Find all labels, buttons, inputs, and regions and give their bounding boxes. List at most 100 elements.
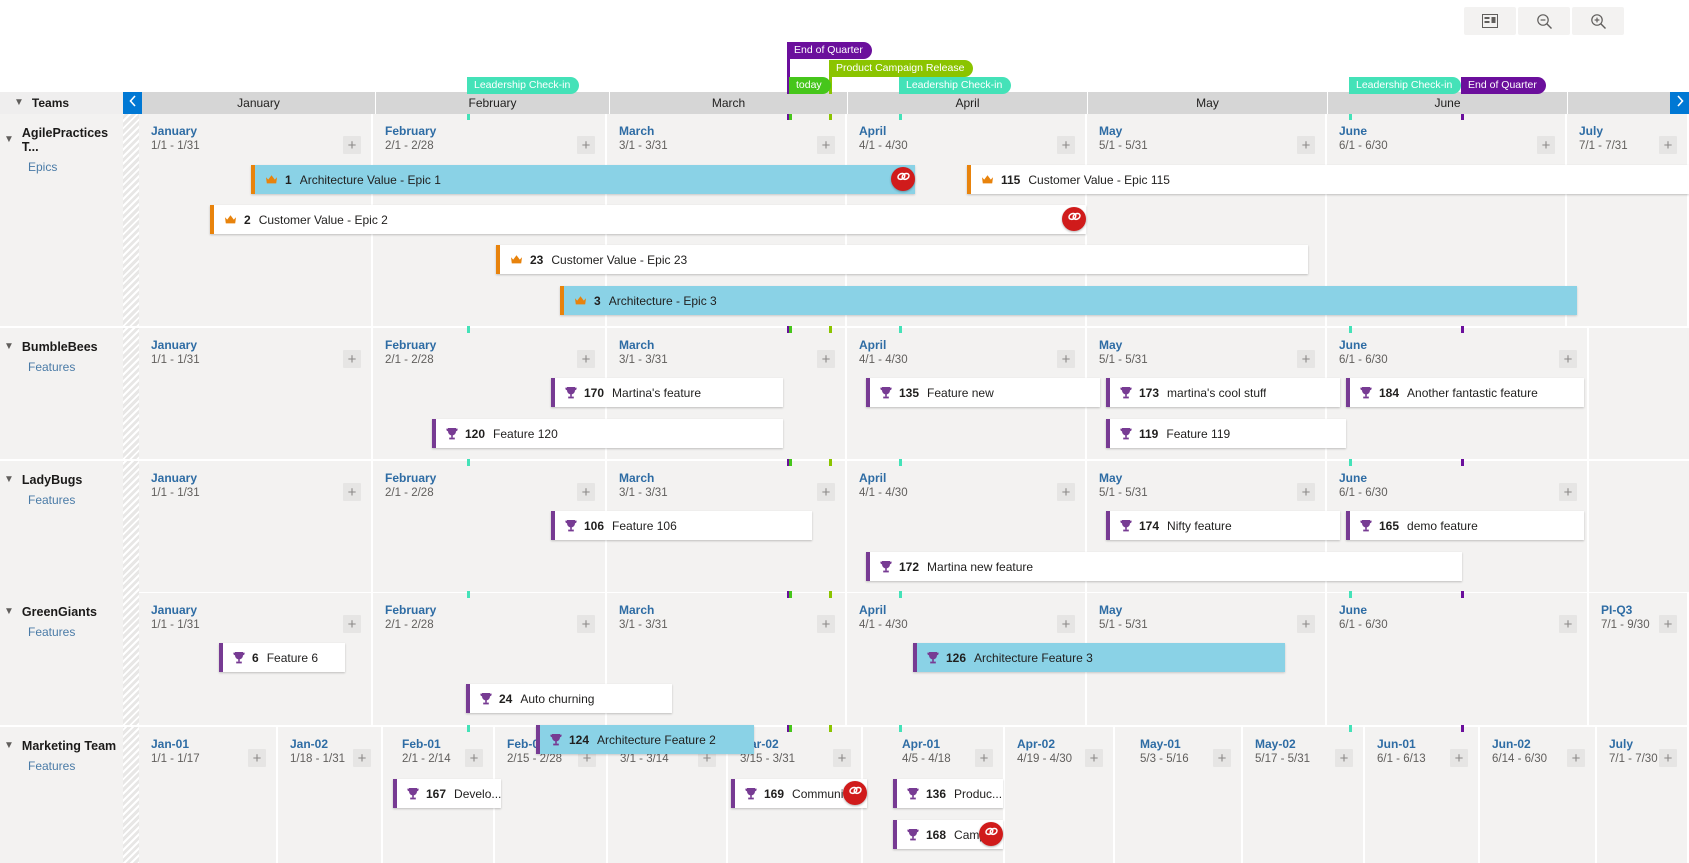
- feature-card[interactable]: 120 Feature 120: [432, 419, 783, 448]
- milestone-flag[interactable]: Product Campaign Release: [829, 60, 974, 77]
- epic-card[interactable]: 1 Architecture Value - Epic 1: [251, 165, 915, 194]
- iteration-name: Jan-01: [151, 737, 190, 751]
- dependency-badge[interactable]: [843, 781, 867, 805]
- add-item-button[interactable]: +: [1085, 749, 1103, 767]
- dependency-badge[interactable]: [1062, 207, 1086, 231]
- backlog-level-label[interactable]: Features: [28, 759, 123, 773]
- feature-card[interactable]: 135 Feature new: [866, 378, 1100, 407]
- dependency-badge[interactable]: [979, 822, 1003, 846]
- feature-card[interactable]: 24 Auto churning: [466, 684, 672, 713]
- milestone-flag[interactable]: End of Quarter: [787, 42, 872, 59]
- add-item-button[interactable]: +: [1559, 615, 1577, 633]
- feature-card[interactable]: 165 demo feature: [1346, 511, 1584, 540]
- add-item-button[interactable]: +: [1057, 350, 1075, 368]
- backlog-level-label[interactable]: Epics: [28, 160, 123, 174]
- chevron-down-icon[interactable]: ▼: [4, 135, 14, 145]
- add-item-button[interactable]: +: [817, 615, 835, 633]
- add-item-button[interactable]: +: [1057, 483, 1075, 501]
- milestone-flag[interactable]: today: [789, 77, 831, 94]
- add-item-button[interactable]: +: [1297, 615, 1315, 633]
- epic-card[interactable]: 3 Architecture - Epic 3: [560, 286, 1577, 315]
- feature-card[interactable]: 119 Feature 119: [1106, 419, 1346, 448]
- card-title: Develo...: [454, 786, 501, 801]
- iteration-dates: 2/1 - 2/14: [402, 753, 451, 765]
- feature-card[interactable]: 126 Architecture Feature 3: [913, 643, 1285, 672]
- scroll-right-button[interactable]: [1670, 92, 1689, 114]
- add-item-button[interactable]: +: [1537, 136, 1555, 154]
- epic-card[interactable]: 2 Customer Value - Epic 2: [210, 205, 1086, 234]
- sidebar-item-team[interactable]: ▼ BumbleBees: [4, 340, 123, 354]
- add-item-button[interactable]: +: [1213, 749, 1231, 767]
- add-item-button[interactable]: +: [1297, 350, 1315, 368]
- sidebar-item-team[interactable]: ▼ GreenGiants: [4, 605, 123, 619]
- add-item-button[interactable]: +: [343, 615, 361, 633]
- add-item-button[interactable]: +: [1559, 483, 1577, 501]
- feature-card[interactable]: 174 Nifty feature: [1106, 511, 1340, 540]
- add-item-button[interactable]: +: [577, 483, 595, 501]
- milestone-flag[interactable]: Leadership Check-in: [899, 77, 1012, 94]
- feature-card[interactable]: 172 Martina new feature: [866, 552, 1462, 581]
- epic-card[interactable]: 115 Customer Value - Epic 115: [967, 165, 1689, 194]
- add-item-button[interactable]: +: [577, 350, 595, 368]
- chevron-down-icon[interactable]: ▼: [4, 342, 14, 352]
- add-item-button[interactable]: +: [353, 749, 371, 767]
- add-item-button[interactable]: +: [817, 350, 835, 368]
- feature-card[interactable]: 173 martina's cool stuff: [1106, 378, 1340, 407]
- add-item-button[interactable]: +: [1057, 136, 1075, 154]
- sidebar-item-team[interactable]: ▼ Marketing Team: [4, 739, 123, 753]
- add-item-button[interactable]: +: [1659, 615, 1677, 633]
- iteration-dates: 4/19 - 4/30: [1017, 753, 1072, 765]
- zoom-out-button[interactable]: [1518, 7, 1570, 35]
- add-item-button[interactable]: +: [577, 136, 595, 154]
- feature-card[interactable]: 106 Feature 106: [551, 511, 812, 540]
- add-item-button[interactable]: +: [577, 615, 595, 633]
- milestone-flag[interactable]: End of Quarter: [1461, 77, 1546, 94]
- add-item-button[interactable]: +: [248, 749, 266, 767]
- milestone-flag[interactable]: Leadership Check-in: [1349, 77, 1462, 94]
- add-item-button[interactable]: +: [975, 749, 993, 767]
- trophy-icon: [1120, 427, 1132, 440]
- add-item-button[interactable]: +: [1450, 749, 1468, 767]
- add-item-button[interactable]: +: [833, 749, 851, 767]
- card-accent-bar: [536, 725, 540, 754]
- layout-toggle-button[interactable]: [1464, 7, 1516, 35]
- add-item-button[interactable]: +: [343, 483, 361, 501]
- zoom-in-button[interactable]: [1572, 7, 1624, 35]
- add-item-button[interactable]: +: [1559, 350, 1577, 368]
- feature-card[interactable]: 6 Feature 6: [219, 643, 345, 672]
- add-item-button[interactable]: +: [465, 749, 483, 767]
- feature-card[interactable]: 124 Architecture Feature 2: [536, 725, 754, 754]
- add-item-button[interactable]: +: [1335, 749, 1353, 767]
- backlog-level-label[interactable]: Features: [28, 493, 123, 507]
- dependency-badge[interactable]: [891, 167, 915, 191]
- add-item-button[interactable]: +: [1057, 615, 1075, 633]
- toolbar: [0, 0, 1689, 42]
- chevron-down-icon[interactable]: ▼: [4, 475, 14, 485]
- feature-card[interactable]: 184 Another fantastic feature: [1346, 378, 1584, 407]
- chevron-down-icon[interactable]: ▼: [4, 607, 14, 617]
- feature-card[interactable]: 167 Develo...: [393, 779, 501, 808]
- scroll-left-button[interactable]: [123, 92, 142, 114]
- teams-column-header[interactable]: ▼ Teams: [0, 92, 123, 114]
- iteration-dates: 3/1 - 3/31: [619, 140, 668, 152]
- add-item-button[interactable]: +: [1567, 749, 1585, 767]
- sidebar-item-team[interactable]: ▼ AgilePractices T...: [4, 126, 123, 154]
- add-item-button[interactable]: +: [817, 483, 835, 501]
- crown-icon: [510, 254, 523, 265]
- add-item-button[interactable]: +: [817, 136, 835, 154]
- add-item-button[interactable]: +: [1659, 749, 1677, 767]
- sidebar-item-team[interactable]: ▼ LadyBugs: [4, 473, 123, 487]
- feature-card[interactable]: 170 Martina's feature: [551, 378, 783, 407]
- backlog-level-label[interactable]: Features: [28, 360, 123, 374]
- add-item-button[interactable]: +: [343, 350, 361, 368]
- add-item-button[interactable]: +: [1297, 136, 1315, 154]
- milestone-tick: [899, 113, 902, 120]
- epic-card[interactable]: 23 Customer Value - Epic 23: [496, 245, 1308, 274]
- add-item-button[interactable]: +: [343, 136, 361, 154]
- add-item-button[interactable]: +: [1297, 483, 1315, 501]
- add-item-button[interactable]: +: [1659, 136, 1677, 154]
- backlog-level-label[interactable]: Features: [28, 625, 123, 639]
- milestone-flag[interactable]: Leadership Check-in: [467, 77, 580, 94]
- feature-card[interactable]: 136 Produc...: [893, 779, 1003, 808]
- chevron-down-icon[interactable]: ▼: [4, 741, 14, 751]
